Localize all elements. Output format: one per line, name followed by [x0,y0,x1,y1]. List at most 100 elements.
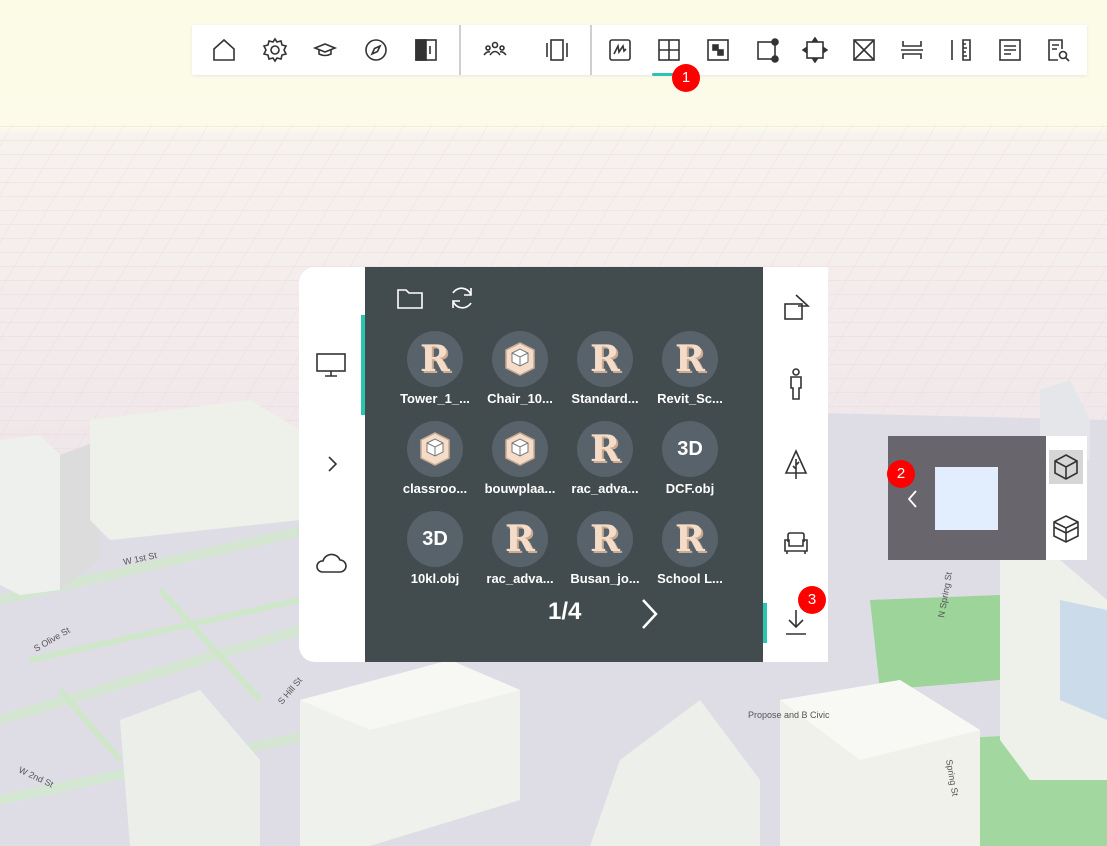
category-people-button[interactable] [777,365,815,403]
add-square-icon [658,39,680,61]
refresh-button[interactable] [445,281,479,315]
category-active-indicator [763,603,767,643]
model-item[interactable]: classroo... [393,421,477,505]
home-button[interactable] [202,25,246,75]
expand-sidebar-button[interactable] [317,449,347,479]
armchair-icon [784,532,808,554]
notes-icon [999,39,1021,61]
3d-view-button[interactable] [1049,450,1083,484]
model-item[interactable]: R Standard... [563,331,647,415]
node-square-icon [757,38,779,63]
model-item-label: classroo... [402,481,468,496]
model-item[interactable]: Chair_10... [478,331,562,415]
model-item-label: Standard... [571,391,639,406]
next-page-button[interactable] [632,596,666,632]
model-item[interactable]: bouwplaa... [478,421,562,505]
obj-3d-icon: 3D [407,511,463,567]
split-view-button[interactable] [404,25,448,75]
revit-icon: R [492,511,548,567]
model-item[interactable]: Rrac_adva... [478,511,562,595]
model-item[interactable]: 3D 10kl.obj [393,511,477,595]
category-trees-button[interactable] [777,447,815,483]
category-shapes-button[interactable] [777,289,815,325]
learn-button[interactable] [303,25,347,75]
revit-icon: R [577,331,633,387]
monitor-icon [316,353,346,377]
map-label-propose: Propose and B Civic [748,710,830,720]
gear-icon [262,37,288,63]
checker-icon [707,39,729,61]
tutorial-badge-2: 2 [887,460,915,488]
model-item[interactable]: R Busan_jo... [563,511,647,595]
notes-button[interactable] [988,25,1032,75]
layers-view-button[interactable] [1049,512,1083,546]
chevron-right-icon [328,456,338,472]
ruler-icon [951,39,971,61]
material-button[interactable] [696,25,740,75]
person-icon [790,368,802,400]
model-item-label: DCF.obj [665,481,715,496]
model-item[interactable]: Rrac_adva... [563,421,647,505]
model-item-label: 10kl.obj [410,571,460,586]
move-button[interactable] [793,25,837,75]
collaborate-button[interactable] [473,25,517,75]
layered-cube-icon [1053,515,1079,543]
delete-object-button[interactable] [842,25,886,75]
document-search-button[interactable] [1036,25,1080,75]
main-toolbar [192,25,1087,76]
revit-icon: R [662,331,718,387]
view-preview-widget [888,436,1046,560]
revit-icon: R [662,511,718,567]
document-search-icon [1048,39,1070,62]
model-item[interactable]: R School L... [648,511,732,595]
folder-icon [397,289,423,309]
cube-icon [1054,454,1078,480]
tree-icon [784,449,808,479]
model-item[interactable]: R Tower_1_... [393,331,477,415]
chevron-right-icon [642,599,658,629]
model-item-label: Chair_10... [487,391,553,406]
home-icon [213,38,235,61]
node-edit-button[interactable] [745,25,789,75]
category-furniture-button[interactable] [777,525,815,561]
collapse-preview-button[interactable] [902,484,924,514]
measure-button[interactable] [939,25,983,75]
model-item-label: Busan_jo... [570,571,640,586]
compass-icon [365,39,387,61]
source-sidebar [299,267,365,662]
model-item[interactable]: R Revit_Sc... [648,331,732,415]
frame-icon [546,39,568,61]
cloud-icon [316,553,347,573]
revit-icon: R [577,421,633,477]
model-item-label: Tower_1_... [400,391,470,406]
sketchup-icon [492,331,548,387]
graduation-cap-icon [312,43,338,57]
open-folder-button[interactable] [393,283,427,313]
view-mode-sidebar [1046,436,1087,560]
x-square-icon [853,39,875,61]
sketchup-icon [492,421,548,477]
tutorial-badge-1: 1 [672,64,700,92]
revit-icon: R [407,331,463,387]
settings-button[interactable] [253,25,297,75]
sketch-button[interactable] [598,25,642,75]
compass-button[interactable] [354,25,398,75]
sketchup-icon [407,421,463,477]
move-square-icon [802,37,828,63]
model-item-label: rac_adva... [571,481,639,496]
model-item-label: rac_adva... [486,571,554,586]
preview-thumbnail[interactable] [935,467,998,530]
cloud-source-button[interactable] [311,547,351,581]
split-view-icon [415,39,437,61]
model-item-label: School L... [657,571,723,586]
chevron-left-icon [907,490,917,508]
people-icon [483,41,507,56]
model-item[interactable]: 3D DCF.obj [648,421,732,505]
section-icon [901,41,923,59]
revit-icon: R [577,511,633,567]
local-source-button[interactable] [311,347,351,383]
section-button[interactable] [890,25,934,75]
sketch-icon [609,39,631,61]
refresh-icon [452,287,472,309]
frame-button[interactable] [535,25,579,75]
